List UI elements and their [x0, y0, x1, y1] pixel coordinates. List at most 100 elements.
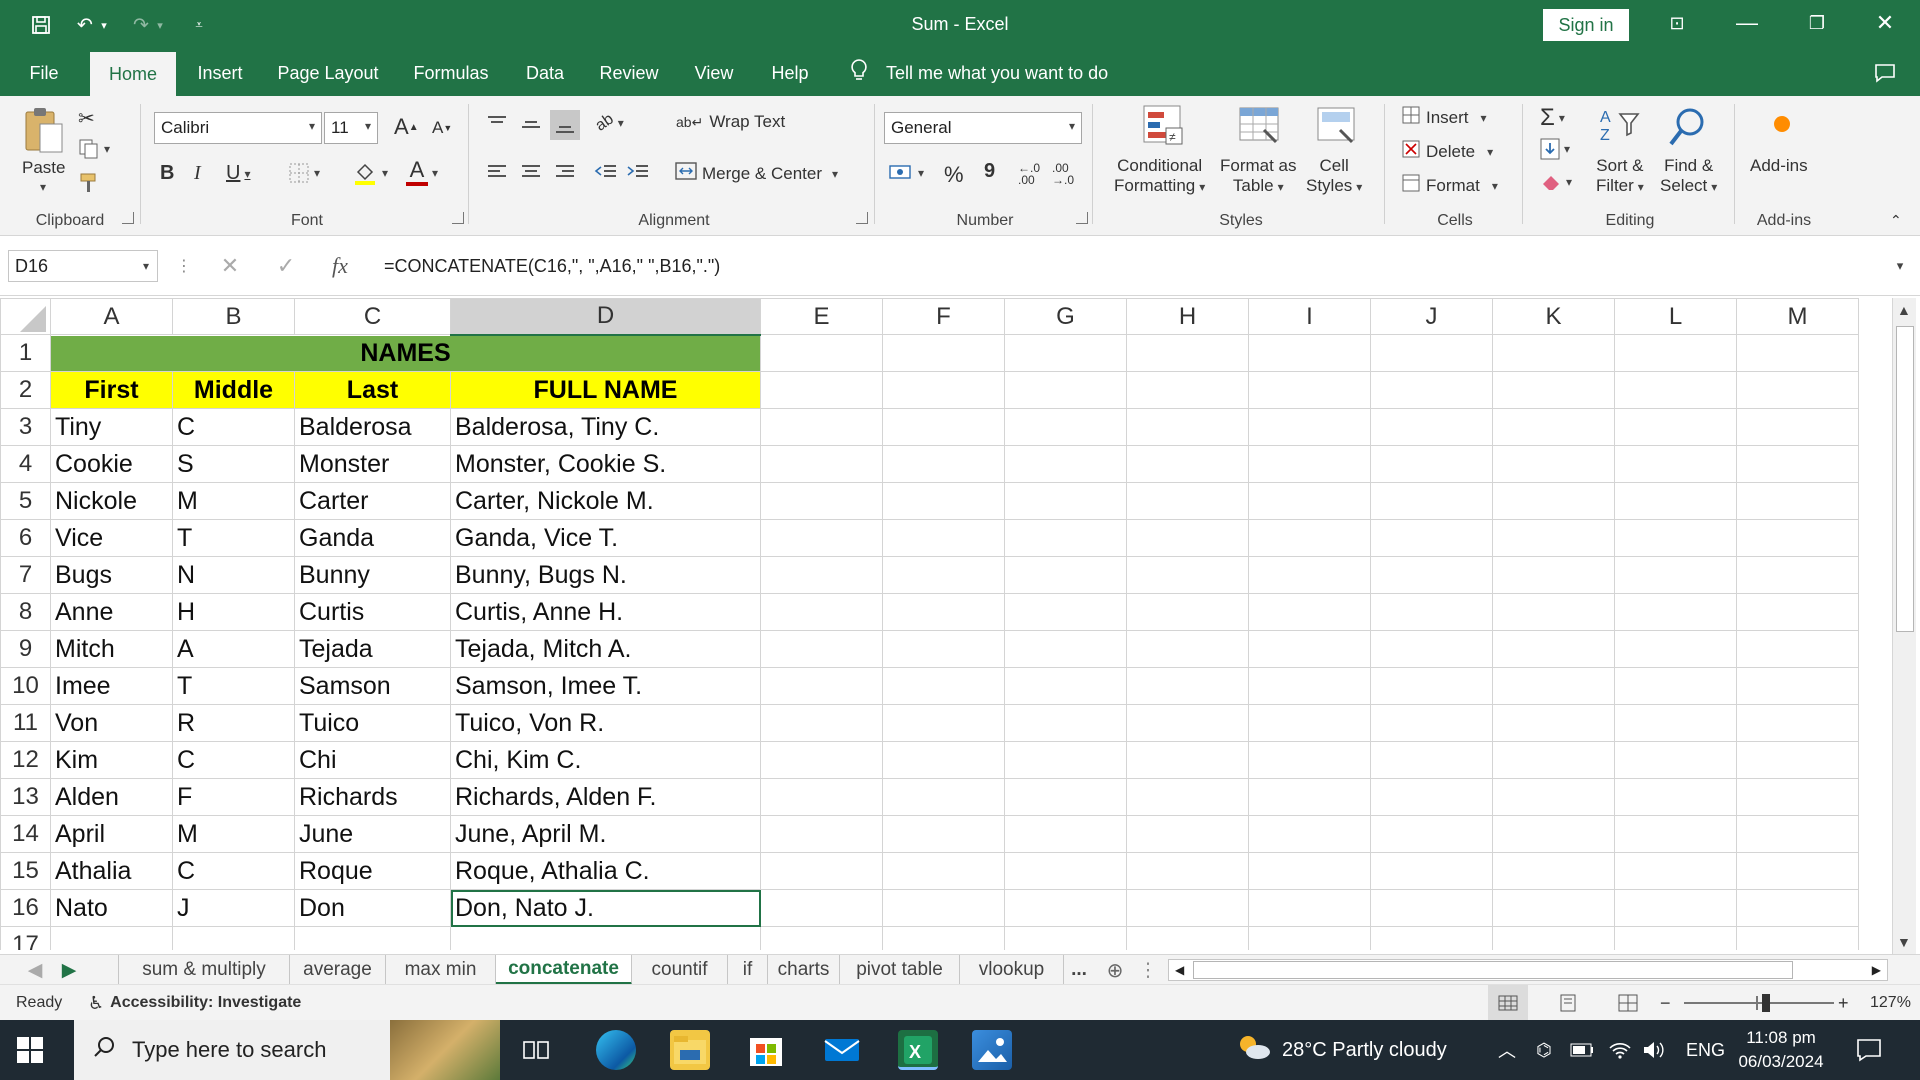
- format-painter-icon[interactable]: [78, 172, 100, 194]
- empty-cell[interactable]: [1492, 556, 1615, 594]
- normal-view-icon[interactable]: [1488, 985, 1528, 1021]
- clear-icon[interactable]: ▾: [1540, 172, 1572, 192]
- paste-button[interactable]: Paste: [22, 158, 65, 178]
- empty-cell[interactable]: [1126, 815, 1249, 853]
- cell-first[interactable]: Von: [50, 704, 173, 742]
- empty-cell[interactable]: [1126, 334, 1249, 372]
- empty-cell[interactable]: [760, 445, 883, 483]
- cell-first[interactable]: Alden: [50, 778, 173, 816]
- cell-middle[interactable]: M: [172, 815, 295, 853]
- cell-last[interactable]: Roque: [294, 852, 451, 890]
- empty-cell[interactable]: [760, 556, 883, 594]
- empty-cell[interactable]: [882, 815, 1005, 853]
- empty-cell[interactable]: [1248, 889, 1371, 927]
- empty-cell[interactable]: [1004, 445, 1127, 483]
- empty-cell[interactable]: [1126, 852, 1249, 890]
- empty-cell[interactable]: [1370, 334, 1493, 372]
- empty-cell[interactable]: [1492, 926, 1615, 950]
- empty-cell[interactable]: [1248, 445, 1371, 483]
- empty-cell[interactable]: [1004, 667, 1127, 705]
- empty-cell[interactable]: [1614, 778, 1737, 816]
- tab-review[interactable]: Review: [590, 50, 668, 96]
- copy-icon[interactable]: ▾: [78, 138, 110, 160]
- row-header[interactable]: 2: [0, 371, 51, 409]
- font-launcher-icon[interactable]: [452, 212, 464, 224]
- empty-cell[interactable]: [1614, 593, 1737, 631]
- empty-cell[interactable]: [1126, 778, 1249, 816]
- comments-icon[interactable]: [1870, 58, 1900, 88]
- cell-last[interactable]: Tejada: [294, 630, 451, 668]
- align-middle-icon[interactable]: [520, 114, 542, 134]
- paste-dropdown-icon[interactable]: ▾: [36, 180, 46, 194]
- empty-cell[interactable]: [1492, 482, 1615, 520]
- empty-cell[interactable]: [1370, 815, 1493, 853]
- cell-middle[interactable]: T: [172, 519, 295, 557]
- empty-cell[interactable]: [1370, 852, 1493, 890]
- italic-button[interactable]: I: [194, 162, 201, 185]
- sort-filter-icon[interactable]: AZ: [1598, 104, 1642, 152]
- more-sheets-button[interactable]: ...: [1064, 955, 1094, 985]
- tab-page-layout[interactable]: Page Layout: [270, 50, 386, 96]
- cell-full-name[interactable]: Ganda, Vice T.: [450, 519, 761, 557]
- empty-cell[interactable]: [1736, 741, 1859, 779]
- empty-cell[interactable]: [1126, 704, 1249, 742]
- sheet-tab-countif[interactable]: countif: [632, 955, 728, 985]
- empty-cell[interactable]: [1004, 926, 1127, 950]
- empty-cell[interactable]: [882, 593, 1005, 631]
- empty-cell[interactable]: [882, 889, 1005, 927]
- empty-cell[interactable]: [1248, 408, 1371, 446]
- cell-last[interactable]: Samson: [294, 667, 451, 705]
- cell-last[interactable]: Curtis: [294, 593, 451, 631]
- empty-cell[interactable]: [1248, 482, 1371, 520]
- decrease-decimal-button[interactable]: .00 →.0: [1052, 162, 1080, 186]
- sheet-tab-if[interactable]: if: [728, 955, 768, 985]
- cell-middle[interactable]: C: [172, 852, 295, 890]
- empty-cell[interactable]: [294, 926, 451, 950]
- shrink-font-button[interactable]: A ▼: [432, 118, 452, 138]
- empty-cell[interactable]: [1370, 408, 1493, 446]
- sort-filter-button[interactable]: Sort & Filter ▾: [1596, 156, 1644, 196]
- row-header[interactable]: 4: [0, 445, 51, 483]
- percent-style-button[interactable]: %: [944, 162, 964, 188]
- comma-style-button[interactable]: 9: [984, 160, 995, 183]
- empty-cell[interactable]: [1614, 630, 1737, 668]
- empty-cell[interactable]: [1126, 741, 1249, 779]
- decrease-indent-icon[interactable]: [594, 162, 618, 182]
- tab-data[interactable]: Data: [516, 50, 574, 96]
- expand-formula-bar-icon[interactable]: ▾: [1884, 250, 1916, 282]
- cell-last[interactable]: Balderosa: [294, 408, 451, 446]
- row-header[interactable]: 12: [0, 741, 51, 779]
- sheet-tab-pivot-table[interactable]: pivot table: [840, 955, 960, 985]
- row-header[interactable]: 11: [0, 704, 51, 742]
- cell-last[interactable]: June: [294, 815, 451, 853]
- empty-cell[interactable]: [1370, 482, 1493, 520]
- zoom-out-icon[interactable]: −: [1660, 985, 1671, 1021]
- empty-cell[interactable]: [1126, 408, 1249, 446]
- zoom-level[interactable]: 127%: [1870, 985, 1911, 1021]
- horizontal-scrollbar[interactable]: ◀ ▶: [1168, 959, 1888, 981]
- empty-cell[interactable]: [1248, 778, 1371, 816]
- format-cells-button[interactable]: Format ▾: [1402, 174, 1498, 197]
- tab-formulas[interactable]: Formulas: [402, 50, 500, 96]
- font-size-combo[interactable]: 11 ▾: [324, 112, 378, 144]
- row-header[interactable]: 9: [0, 630, 51, 668]
- empty-cell[interactable]: [1614, 371, 1737, 409]
- grow-font-button[interactable]: A ▲: [394, 114, 419, 140]
- header-cell-full-name[interactable]: FULL NAME: [450, 371, 761, 409]
- empty-cell[interactable]: [1736, 371, 1859, 409]
- empty-cell[interactable]: [882, 926, 1005, 950]
- empty-cell[interactable]: [1614, 445, 1737, 483]
- empty-cell[interactable]: [1248, 334, 1371, 372]
- empty-cell[interactable]: [1370, 445, 1493, 483]
- cell-last[interactable]: Bunny: [294, 556, 451, 594]
- empty-cell[interactable]: [1126, 445, 1249, 483]
- empty-cell[interactable]: [882, 704, 1005, 742]
- empty-cell[interactable]: [1614, 889, 1737, 927]
- empty-cell[interactable]: [882, 519, 1005, 557]
- minimize-button[interactable]: —: [1712, 0, 1782, 46]
- formula-input[interactable]: =CONCATENATE(C16,", ",A16," ",B16,"."): [384, 250, 720, 282]
- cell-middle[interactable]: R: [172, 704, 295, 742]
- empty-cell[interactable]: [1004, 519, 1127, 557]
- prev-sheet-icon[interactable]: ◀: [20, 955, 50, 985]
- row-header[interactable]: 3: [0, 408, 51, 446]
